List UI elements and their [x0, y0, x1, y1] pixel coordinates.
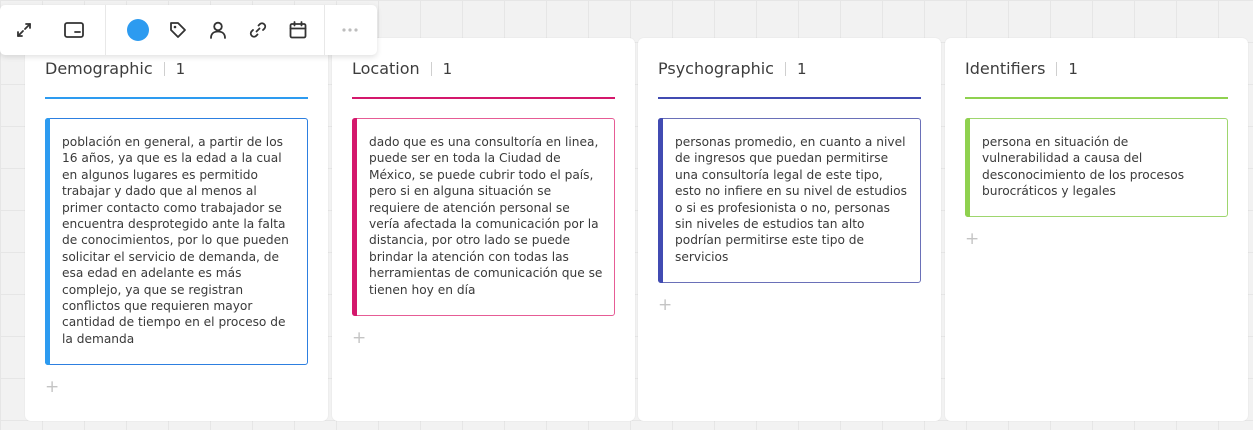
tag-icon [170, 22, 186, 38]
user-icon [210, 21, 226, 39]
column-title: Identifiers [965, 59, 1046, 78]
card-text: dado que es una consultoría en linea, pu… [369, 135, 603, 297]
column-header[interactable]: Psychographic 1 [658, 59, 807, 78]
column-header-divider [1056, 61, 1058, 76]
board-canvas[interactable]: Demographic 1 población en general, a pa… [0, 0, 1253, 430]
add-card-button[interactable]: + [352, 330, 366, 347]
kanban-card[interactable]: dado que es una consultoría en linea, pu… [352, 118, 615, 316]
more-icon [342, 28, 358, 32]
card-text: personas promedio, en cuanto a nivel de … [675, 135, 907, 264]
column-header[interactable]: Identifiers 1 [965, 59, 1078, 78]
card-icon [64, 22, 84, 38]
card-color-bar [352, 118, 357, 316]
column-card-count: 1 [442, 59, 453, 78]
column-header-divider [430, 61, 432, 76]
card-color-bar [658, 118, 663, 283]
column-card-count: 1 [796, 59, 807, 78]
kanban-card[interactable]: personas promedio, en cuanto a nivel de … [658, 118, 921, 283]
color-picker-button[interactable] [118, 10, 158, 50]
column-color-line [45, 97, 308, 99]
kanban-card[interactable]: población en general, a partir de los 16… [45, 118, 308, 365]
column-header-divider [784, 61, 786, 76]
link-button[interactable] [238, 10, 278, 50]
color-swatch [127, 19, 149, 41]
column-header[interactable]: Location 1 [352, 59, 452, 78]
calendar-icon [289, 21, 307, 39]
kanban-card[interactable]: persona en situación de vulnerabilidad a… [965, 118, 1228, 217]
column-color-line [352, 97, 615, 99]
column-header-divider [163, 61, 165, 76]
add-card-button[interactable]: + [45, 379, 59, 396]
column-identifiers: Identifiers 1 persona en situación de vu… [945, 38, 1248, 421]
column-color-line [658, 97, 921, 99]
column-card-count: 1 [175, 59, 186, 78]
more-options-button[interactable] [330, 10, 370, 50]
expand-button[interactable] [4, 10, 44, 50]
floating-toolbar [0, 5, 377, 55]
due-date-button[interactable] [278, 10, 318, 50]
column-location: Location 1 dado que es una consultoría e… [332, 38, 635, 421]
card-color-bar [45, 118, 50, 365]
column-title: Demographic [45, 59, 153, 78]
tag-button[interactable] [158, 10, 198, 50]
card-text: población en general, a partir de los 16… [62, 135, 289, 346]
card-text: persona en situación de vulnerabilidad a… [982, 135, 1185, 199]
add-card-button[interactable]: + [658, 297, 672, 314]
column-color-line [965, 97, 1228, 99]
card-color-bar [965, 118, 970, 217]
link-icon [249, 22, 267, 38]
assign-user-button[interactable] [198, 10, 238, 50]
add-card-button[interactable]: + [965, 231, 979, 248]
column-header[interactable]: Demographic 1 [45, 59, 185, 78]
column-title: Location [352, 59, 420, 78]
column-psychographic: Psychographic 1 personas promedio, en cu… [638, 38, 941, 421]
column-title: Psychographic [658, 59, 774, 78]
expand-icon [17, 23, 31, 37]
card-view-button[interactable] [54, 10, 94, 50]
column-card-count: 1 [1068, 59, 1078, 78]
column-demographic: Demographic 1 población en general, a pa… [25, 38, 328, 421]
